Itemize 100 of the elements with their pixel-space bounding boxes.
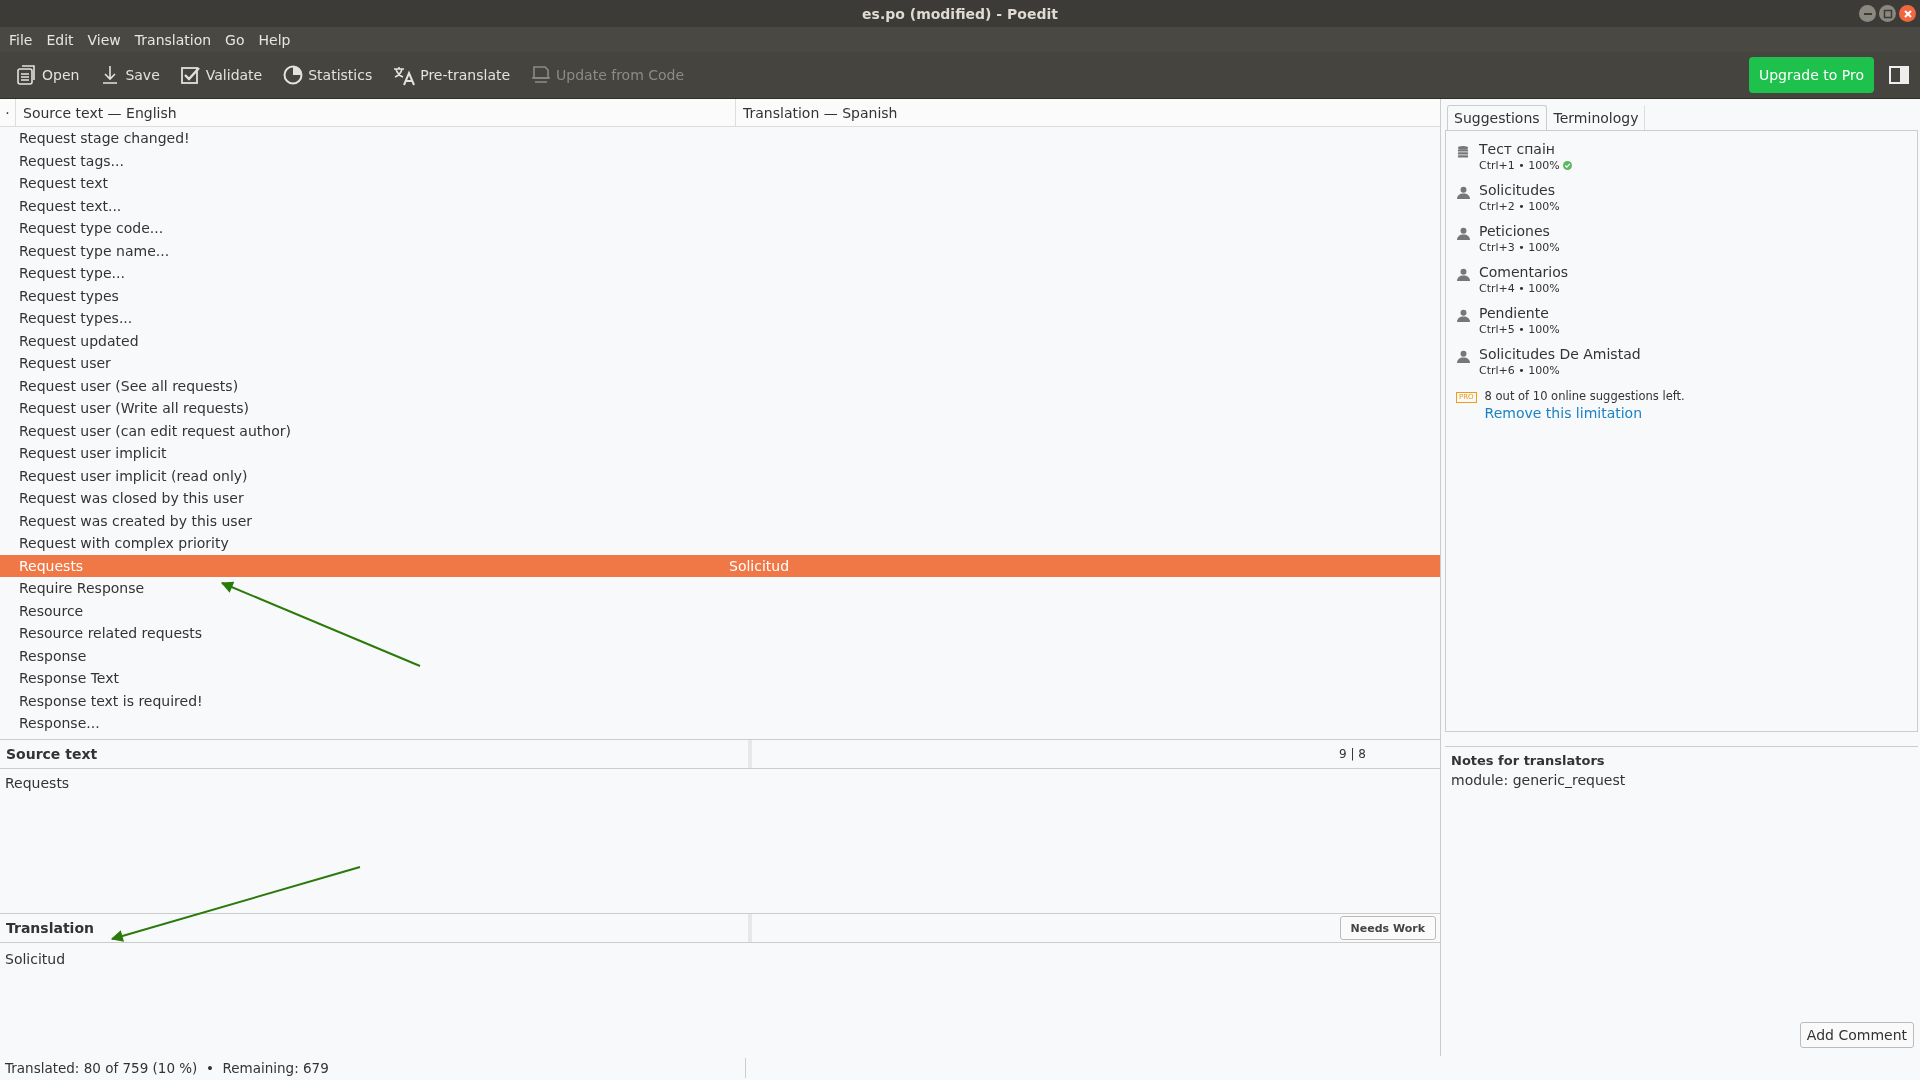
list-row[interactable]: Request updated <box>0 329 1440 352</box>
list-row[interactable]: Request type name... <box>0 239 1440 262</box>
checkbox-icon <box>179 64 202 86</box>
person-icon <box>1456 227 1470 240</box>
sidebar-tab[interactable]: Suggestions <box>1447 105 1547 130</box>
source-cell-text: Response... <box>19 715 101 732</box>
suggestion-text[interactable]: Comentarios <box>1479 264 1569 280</box>
toolbar-button[interactable]: Open <box>8 58 88 92</box>
list-row[interactable]: Request user (See all requests) <box>0 374 1440 397</box>
source-cell-text: Request types... <box>19 310 134 327</box>
sidebar-tab[interactable]: Terminology <box>1546 105 1646 130</box>
source-cell-text: Request user (See all requests) <box>19 377 240 394</box>
section-header: Source text <box>0 740 752 768</box>
list-row[interactable]: Request type... <box>0 262 1440 285</box>
section-header: Translation <box>0 914 752 942</box>
source-cell-text: Request type name... <box>19 242 171 259</box>
status-text: Translated: 80 of 759 (10 %) • Remaining: 679 <box>5 1060 330 1076</box>
suggestion-shortcut: Ctrl+2 • 100% <box>1479 200 1560 213</box>
list-row[interactable]: Request with complex priority <box>0 532 1440 555</box>
source-cell-text: Request text <box>19 175 109 192</box>
menu-item[interactable]: Translation <box>127 31 219 48</box>
source-cell-text: Require Response <box>19 580 146 597</box>
source-text: Requests <box>5 775 70 791</box>
toolbar-button[interactable]: Statistics <box>274 58 381 92</box>
list-row[interactable]: Resource related requests <box>0 622 1440 645</box>
suggestion-shortcut: Ctrl+6 • 100% <box>1479 364 1560 377</box>
list-row[interactable]: Request stage changed! <box>0 127 1440 150</box>
person-icon <box>1456 350 1470 363</box>
source-cell-text: Request user implicit <box>19 445 168 462</box>
menu-item[interactable]: File <box>2 31 40 48</box>
source-cell-text: Request was closed by this user <box>19 490 245 507</box>
translation-cell: Solicitud <box>729 557 790 574</box>
source-cell-text: Request updated <box>19 332 140 349</box>
source-cell-text: Request type... <box>19 265 126 282</box>
toolbar-button[interactable]: Save <box>91 58 168 92</box>
add-comment-button[interactable]: Add Comment <box>1799 1022 1914 1048</box>
suggestion-text[interactable]: Pendiente <box>1479 305 1560 321</box>
source-cell-text: Request type code... <box>19 220 165 237</box>
list-row[interactable]: Response Text <box>0 667 1440 690</box>
source-cell-text: Request user implicit (read only) <box>19 467 249 484</box>
list-row[interactable]: Request user <box>0 352 1440 375</box>
source-cell-text: Request with complex priority <box>19 535 230 552</box>
translation-field[interactable]: Solicitud <box>5 951 66 967</box>
list-row[interactable]: Request was closed by this user <box>0 487 1440 510</box>
source-cell-text: Request user (can edit request author) <box>19 422 292 439</box>
list-row[interactable]: Request types... <box>0 307 1440 330</box>
suggestion-text[interactable]: Solicitudes <box>1479 182 1560 198</box>
translate-icon <box>392 64 417 86</box>
source-cell-text: Request types <box>19 287 120 304</box>
toolbar-button[interactable]: Pre-translate <box>384 58 519 92</box>
menu-item[interactable]: Go <box>218 31 252 48</box>
source-cell-text: Request text... <box>19 197 123 214</box>
source-cell-text: Request user (Write all requests) <box>19 400 250 417</box>
list-row[interactable]: Response <box>0 644 1440 667</box>
list-row[interactable]: Response... <box>0 712 1440 735</box>
source-cell-text: Resource related requests <box>19 625 204 642</box>
list-row[interactable]: Require Response <box>0 577 1440 600</box>
source-cell-text: Response <box>19 647 88 664</box>
suggestion-text[interactable]: Solicitudes De Amistad <box>1479 346 1641 362</box>
close-icon[interactable] <box>1899 5 1916 22</box>
list-row[interactable]: Request user implicit (read only) <box>0 464 1440 487</box>
person-icon <box>1456 186 1470 199</box>
suggestion-text[interactable]: Peticiones <box>1479 223 1560 239</box>
pie-chart-icon <box>282 64 305 86</box>
toolbar-button[interactable]: Validate <box>171 58 271 92</box>
source-cell-text: Resource <box>19 602 85 619</box>
window-title: es.po (modified) - Poedit <box>862 5 1058 22</box>
counter: 9 | 8 <box>1339 747 1366 761</box>
list-row[interactable]: Response text is required! <box>0 689 1440 712</box>
menu-item[interactable]: Edit <box>39 31 81 48</box>
list-row[interactable]: Resource <box>0 599 1440 622</box>
database-icon <box>1457 145 1469 158</box>
sidebar-toggle-icon[interactable] <box>1888 64 1910 86</box>
notes-text: module: generic_request <box>1451 772 1626 788</box>
suggestion-shortcut: Ctrl+4 • 100% <box>1479 282 1560 295</box>
document-icon <box>16 64 38 86</box>
source-cell-text: Request tags... <box>19 152 125 169</box>
source-cell-text: Response Text <box>19 670 120 687</box>
suggestion-shortcut: Ctrl+5 • 100% <box>1479 323 1560 336</box>
pro-notice: 8 out of 10 online suggestions left. <box>1484 389 1685 403</box>
menu-item[interactable]: Help <box>251 31 298 48</box>
minimize-icon[interactable] <box>1859 5 1876 22</box>
list-row[interactable]: Request user implicit <box>0 442 1440 465</box>
source-cell-text: Requests <box>19 557 85 574</box>
list-row[interactable]: Request tags... <box>0 149 1440 172</box>
list-row[interactable]: Request was created by this user <box>0 509 1440 532</box>
list-row[interactable]: Request text <box>0 172 1440 195</box>
list-row[interactable]: Request type code... <box>0 217 1440 240</box>
suggestion-shortcut: Ctrl+1 • 100% <box>1479 159 1560 172</box>
list-row[interactable]: Request text... <box>0 194 1440 217</box>
column-header[interactable]: Translation — Spanish <box>736 99 898 126</box>
menu-item[interactable]: View <box>80 31 128 48</box>
needs-work-button[interactable]: Needs Work <box>1339 916 1436 940</box>
remove-limitation-link[interactable]: Remove this limitation <box>1484 405 1685 421</box>
column-header[interactable]: Source text — English <box>16 99 736 126</box>
list-row[interactable]: Request user (Write all requests) <box>0 397 1440 420</box>
list-row[interactable]: Request types <box>0 284 1440 307</box>
list-row[interactable]: Request user (can edit request author) <box>0 419 1440 442</box>
suggestion-shortcut: Ctrl+3 • 100% <box>1479 241 1560 254</box>
suggestion-text[interactable]: Тест спаін <box>1479 141 1572 157</box>
